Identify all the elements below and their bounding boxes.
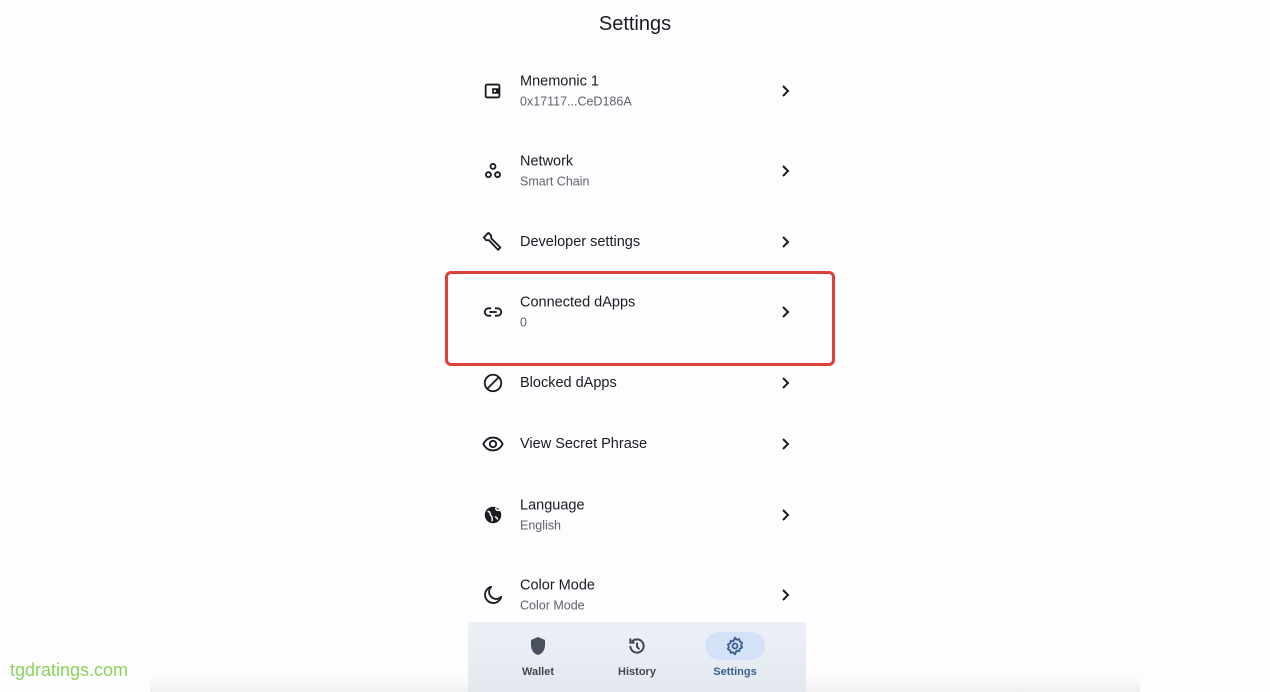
item-label: Blocked dApps — [520, 375, 617, 391]
nav-label: Settings — [713, 666, 757, 678]
settings-item-secret-phrase[interactable]: View Secret Phrase — [470, 414, 800, 474]
item-label: Network — [520, 153, 574, 170]
settings-item-mnemonic[interactable]: Mnemonic 1 0x17117...CeD186A — [470, 61, 800, 121]
history-icon — [629, 638, 645, 654]
gear-icon — [727, 636, 743, 656]
chevron-right-icon — [782, 589, 790, 601]
block-icon — [483, 373, 503, 393]
chevron-right-icon — [782, 236, 790, 248]
item-label: View Secret Phrase — [520, 436, 648, 452]
chevron-right-icon — [782, 165, 790, 177]
wrench-icon — [482, 231, 502, 251]
item-subtitle: Smart Chain — [520, 174, 590, 189]
shield-icon — [531, 637, 545, 655]
item-label: Language — [520, 497, 585, 514]
item-label: Mnemonic 1 — [520, 73, 599, 90]
wallet-icon — [484, 83, 501, 99]
page-title: Settings — [598, 13, 672, 35]
nav-history[interactable]: History — [581, 622, 693, 692]
settings-item-color-mode[interactable]: Color Mode Color Mode — [470, 565, 800, 625]
item-subtitle: English — [520, 518, 561, 533]
globe-icon — [484, 506, 502, 524]
item-label: Developer settings — [520, 234, 641, 250]
chevron-right-icon — [782, 377, 790, 389]
nav-label: History — [618, 666, 656, 678]
item-label: Color Mode — [520, 577, 595, 594]
eye-icon — [482, 436, 504, 452]
settings-item-network[interactable]: Network Smart Chain — [470, 141, 800, 201]
watermark: tgdratings.com — [10, 660, 129, 680]
network-icon — [485, 163, 501, 179]
settings-item-developer[interactable]: Developer settings — [470, 212, 800, 272]
nav-settings[interactable]: Settings — [679, 622, 791, 692]
bottom-navigation: Wallet History Settings — [468, 622, 806, 692]
settings-item-language[interactable]: Language English — [470, 485, 800, 545]
highlight-box — [445, 271, 835, 366]
nav-label: Wallet — [522, 666, 554, 678]
chevron-right-icon — [782, 438, 790, 450]
item-subtitle: 0x17117...CeD186A — [520, 94, 632, 109]
nav-wallet[interactable]: Wallet — [482, 622, 594, 692]
chevron-right-icon — [782, 85, 790, 97]
chevron-right-icon — [782, 509, 790, 521]
moon-icon — [484, 585, 503, 604]
item-subtitle: Color Mode — [520, 598, 585, 613]
settings-item-blocked-dapps[interactable]: Blocked dApps — [470, 353, 800, 413]
